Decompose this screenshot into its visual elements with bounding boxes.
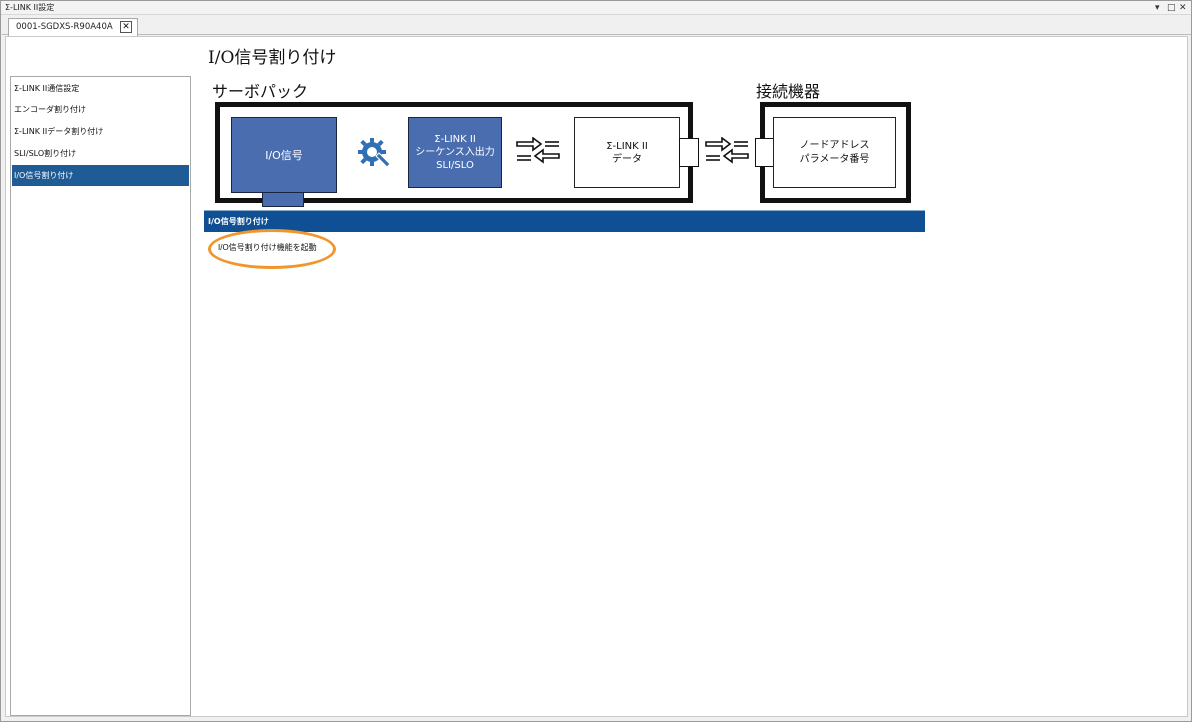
- bidirectional-arrows-icon: [515, 136, 561, 167]
- link-data-box: Σ-LINK II データ: [574, 117, 680, 188]
- bidirectional-arrows-icon: [704, 136, 750, 167]
- launch-area: I/O信号割り付け機能を起動: [208, 229, 336, 269]
- sequence-line2: シーケンス入出力: [415, 147, 495, 158]
- window-menu-button[interactable]: ▾: [1155, 1, 1160, 15]
- section-title: I/O信号割り付け: [208, 217, 269, 226]
- sidebar-item-io-assign[interactable]: I/O信号割り付け: [12, 165, 189, 186]
- tab-label: 0001-SGDXS-R90A40A: [16, 22, 113, 32]
- gear-wrench-icon: [356, 135, 392, 171]
- io-signal-box: I/O信号: [231, 117, 337, 193]
- sequence-line1: Σ-LINK II: [434, 134, 476, 145]
- content-area: I/O信号割り付け Σ-LINK II通信設定 エンコーダ割り付け Σ-LINK…: [5, 36, 1188, 717]
- sidebar: Σ-LINK II通信設定 エンコーダ割り付け Σ-LINK IIデータ割り付け…: [10, 76, 191, 716]
- node-address-box: ノードアドレス パラメータ番号: [773, 117, 896, 188]
- device-connector: [755, 138, 775, 167]
- io-connector: [262, 192, 304, 207]
- node-line2: パラメータ番号: [799, 153, 870, 165]
- sidebar-item-sli-slo[interactable]: SLI/SLO割り付け: [12, 143, 189, 164]
- launch-io-assign-button[interactable]: I/O信号割り付け機能を起動: [218, 242, 317, 253]
- window-title: Σ-LINK II設定: [5, 3, 55, 12]
- node-line1: ノードアドレス: [799, 139, 870, 151]
- sidebar-item-encoder[interactable]: エンコーダ割り付け: [12, 99, 189, 120]
- close-window-button[interactable]: ✕: [1179, 1, 1187, 15]
- page-title: I/O信号割り付け: [208, 48, 337, 68]
- sequence-io-box: Σ-LINK II シーケンス入出力 SLI/SLO: [408, 117, 502, 188]
- link-data-line1: Σ-LINK II: [606, 140, 648, 152]
- tab-device[interactable]: 0001-SGDXS-R90A40A ✕: [8, 18, 138, 36]
- data-connector: [679, 138, 699, 167]
- restore-button[interactable]: □: [1167, 1, 1176, 15]
- title-bar: Σ-LINK II設定 ▾ □ ✕: [1, 1, 1191, 15]
- sidebar-item-link-comm[interactable]: Σ-LINK II通信設定: [12, 78, 189, 99]
- connected-device-label: 接続機器: [756, 82, 821, 101]
- sequence-line3: SLI/SLO: [436, 160, 474, 171]
- tab-strip: 0001-SGDXS-R90A40A ✕: [2, 16, 1191, 36]
- app-window: Σ-LINK II設定 ▾ □ ✕ 0001-SGDXS-R90A40A ✕ I…: [0, 0, 1192, 722]
- tab-close-button[interactable]: ✕: [120, 21, 132, 33]
- sidebar-item-link-data[interactable]: Σ-LINK IIデータ割り付け: [12, 121, 189, 142]
- servo-pack-label: サーボパック: [212, 82, 309, 101]
- link-data-line2: データ: [612, 153, 642, 165]
- io-signal-label: I/O信号: [265, 149, 303, 162]
